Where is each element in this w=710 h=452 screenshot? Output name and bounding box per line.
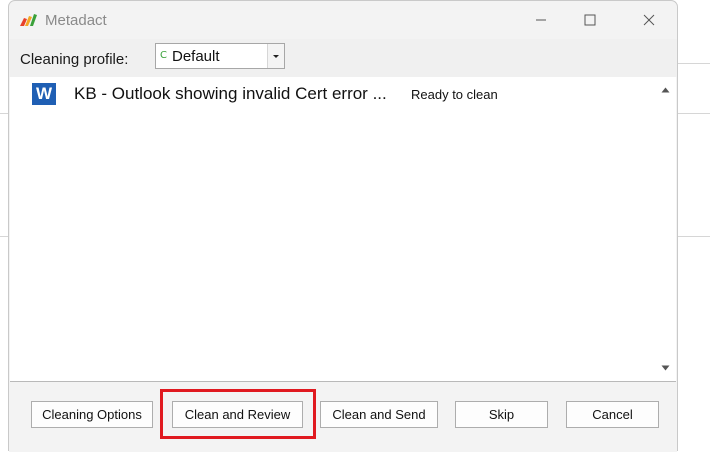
metadact-logo-icon [20,14,37,26]
minimize-button[interactable] [518,1,564,39]
word-doc-icon: W [32,83,56,105]
maximize-icon [584,14,596,26]
button-bar: Cleaning Options Clean and Review Clean … [9,382,677,452]
cancel-button[interactable]: Cancel [566,401,659,428]
cleaning-profile-select[interactable]: C Default [155,43,285,69]
scroll-up-arrow-icon[interactable] [658,83,672,97]
minimize-icon [536,19,546,21]
window-title: Metadact [45,12,107,29]
background-divider [0,236,8,237]
highlight-box [160,389,316,439]
clean-and-send-button[interactable]: Clean and Send [320,401,438,428]
background-divider [678,236,710,237]
metadact-dialog: Metadact Cleaning profile: C Default W K… [8,0,678,452]
cleaning-options-button[interactable]: Cleaning Options [31,401,153,428]
profile-icon: C [160,50,167,61]
cleaning-profile-value: Default [172,48,220,65]
profile-toolbar: Cleaning profile: C Default [9,39,677,77]
list-item[interactable]: W KB - Outlook showing invalid Cert erro… [10,77,650,111]
document-status: Ready to clean [411,87,498,102]
document-name: KB - Outlook showing invalid Cert error … [74,84,387,103]
background-divider [678,63,710,64]
cleaning-profile-label: Cleaning profile: [20,51,129,68]
background-divider [0,113,8,114]
close-button[interactable] [626,1,672,39]
skip-button[interactable]: Skip [455,401,548,428]
title-bar[interactable]: Metadact [9,1,677,39]
scroll-down-arrow-icon[interactable] [658,361,672,375]
dropdown-arrow-icon[interactable] [267,44,284,68]
close-icon [643,14,655,26]
background-divider [678,113,710,114]
document-list[interactable]: W KB - Outlook showing invalid Cert erro… [10,77,676,382]
maximize-button[interactable] [567,1,613,39]
